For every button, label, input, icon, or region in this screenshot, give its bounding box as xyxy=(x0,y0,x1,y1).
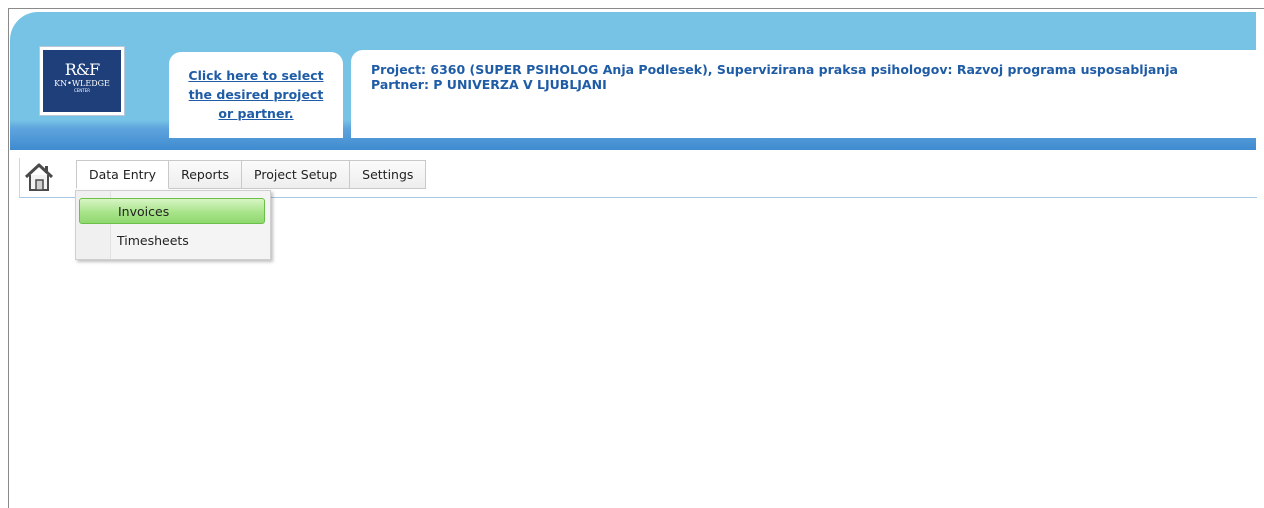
home-button[interactable] xyxy=(24,162,54,192)
select-link-line-3[interactable]: or partner. xyxy=(218,106,293,121)
logo-tagline xyxy=(43,96,121,100)
project-title: Project: 6360 (SUPER PSIHOLOG Anja Podle… xyxy=(371,62,1178,77)
company-logo: R&F KN•WLEDGE CENTER xyxy=(39,46,125,116)
home-icon xyxy=(24,163,54,191)
logo-wordmark: KN•WLEDGE xyxy=(54,79,110,88)
select-link-line-1[interactable]: Click here to select xyxy=(188,68,323,83)
data-entry-dropdown: Invoices Timesheets xyxy=(75,190,271,260)
logo-monogram: R&F xyxy=(64,60,100,79)
project-selector-tab: Click here to select the desired project… xyxy=(169,52,343,138)
select-link-line-2[interactable]: the desired project xyxy=(189,87,324,102)
dropdown-item-invoices[interactable]: Invoices xyxy=(79,198,265,224)
logo-image: R&F KN•WLEDGE CENTER xyxy=(43,50,121,112)
project-info-panel: Project: 6360 (SUPER PSIHOLOG Anja Podle… xyxy=(351,50,1264,138)
menu-data-entry[interactable]: Data Entry xyxy=(76,160,170,189)
menu-reports[interactable]: Reports xyxy=(169,160,243,189)
select-project-link[interactable]: Click here to select the desired project… xyxy=(175,66,337,123)
menu-project-setup[interactable]: Project Setup xyxy=(242,160,351,189)
menu-tabs: Data Entry Reports Project Setup Setting… xyxy=(76,160,427,189)
logo-subword: CENTER xyxy=(73,88,91,93)
menu-settings[interactable]: Settings xyxy=(350,160,427,189)
partner-title: Partner: P UNIVERZA V LJUBLJANI xyxy=(371,77,607,92)
dropdown-item-timesheets[interactable]: Timesheets xyxy=(79,228,265,254)
header-banner: R&F KN•WLEDGE CENTER Click here to selec… xyxy=(10,12,1264,150)
